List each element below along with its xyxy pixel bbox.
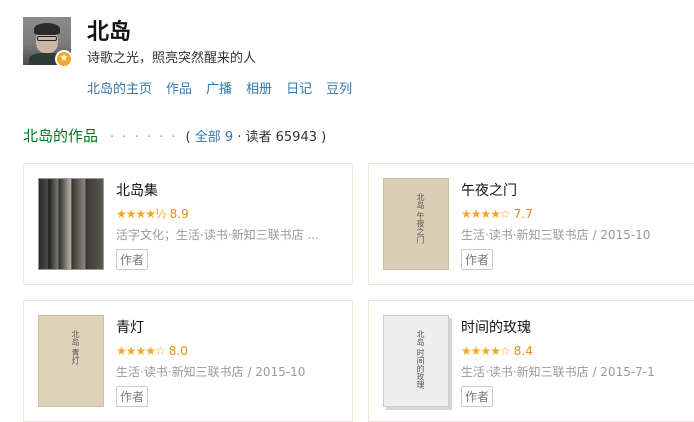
work-title[interactable]: 北岛集 — [116, 180, 344, 200]
cover-title-text: 北岛 午夜之门 — [416, 193, 425, 244]
book-cover[interactable]: 北岛 时间的玫瑰 — [383, 315, 449, 407]
work-rating: ★★★★½ 8.9 — [116, 207, 344, 221]
work-rating: ★★★★☆ 8.0 — [116, 344, 344, 358]
book-cover[interactable]: 北岛 青灯 — [38, 315, 104, 407]
section-title: 北岛的作品 — [23, 127, 99, 145]
role-tag: 作者 — [461, 249, 494, 270]
verified-badge-icon: ★ — [55, 50, 73, 68]
book-cover[interactable]: 北岛 午夜之门 — [383, 178, 449, 270]
role-tag: 作者 — [116, 249, 149, 270]
nav-item-diary[interactable]: 日记 — [286, 78, 312, 97]
works-section-header: 北岛的作品 · · · · · · ( 全部 9 · 读者 65943 ) — [23, 125, 326, 146]
avatar-glasses — [37, 36, 57, 41]
rating-stars-icon: ★★★★½ — [116, 207, 167, 221]
work-title[interactable]: 午夜之门 — [461, 180, 694, 200]
rating-stars-icon: ★★★★☆ — [461, 207, 511, 221]
work-publisher: 生活·读书·新知三联书店 / 2015-10 — [461, 228, 651, 242]
section-dots: · · · · · · — [110, 130, 178, 145]
rating-score: 7.7 — [513, 207, 533, 221]
all-works-link[interactable]: 全部 9 — [195, 130, 233, 145]
role-tag: 作者 — [116, 386, 149, 407]
nav-item-broadcast[interactable]: 广播 — [206, 78, 232, 97]
nav-item-home[interactable]: 北岛的主页 — [87, 78, 152, 97]
role-tag: 作者 — [461, 386, 494, 407]
author-nav: 北岛的主页 作品 广播 相册 日记 豆列 — [87, 78, 352, 97]
work-card: 北岛 午夜之门 午夜之门 ★★★★☆ 7.7 生活·读书·新知三联书店 / 20… — [368, 163, 694, 285]
work-title[interactable]: 青灯 — [116, 317, 344, 337]
rating-score: 8.4 — [513, 344, 533, 358]
nav-item-album[interactable]: 相册 — [246, 78, 272, 97]
readers-count: · 读者 65943 ) — [233, 130, 327, 145]
work-card: 北岛集 ★★★★½ 8.9 活字文化；生活·读书·新知三联书店 ... 作者 — [23, 163, 353, 285]
work-card: 北岛 青灯 青灯 ★★★★☆ 8.0 生活·读书·新知三联书店 / 2015-1… — [23, 300, 353, 422]
work-rating: ★★★★☆ 8.4 — [461, 344, 694, 358]
rating-score: 8.0 — [168, 344, 188, 358]
rating-score: 8.9 — [169, 207, 189, 221]
author-motto: 诗歌之光，照亮突然醒来的人 — [87, 51, 257, 66]
meta-open: ( — [185, 130, 195, 145]
work-rating: ★★★★☆ 7.7 — [461, 207, 694, 221]
nav-item-works[interactable]: 作品 — [166, 78, 192, 97]
work-title[interactable]: 时间的玫瑰 — [461, 317, 694, 337]
cover-title-text: 北岛 时间的玫瑰 — [416, 330, 425, 389]
cover-title-text: 北岛 青灯 — [71, 330, 80, 365]
rating-stars-icon: ★★★★☆ — [116, 344, 166, 358]
rating-stars-icon: ★★★★☆ — [461, 344, 511, 358]
work-card: 北岛 时间的玫瑰 时间的玫瑰 ★★★★☆ 8.4 生活·读书·新知三联书店 / … — [368, 300, 694, 422]
avatar-hair — [34, 23, 60, 35]
book-cover[interactable] — [38, 178, 104, 270]
author-name: 北岛 — [87, 20, 132, 45]
nav-item-doulist[interactable]: 豆列 — [326, 78, 352, 97]
section-meta: ( 全部 9 · 读者 65943 ) — [185, 126, 326, 145]
work-publisher: 生活·读书·新知三联书店 / 2015-10 — [116, 365, 306, 379]
work-publisher: 生活·读书·新知三联书店 / 2015-7-1 — [461, 365, 655, 379]
work-publisher: 活字文化；生活·读书·新知三联书店 ... — [116, 228, 319, 242]
